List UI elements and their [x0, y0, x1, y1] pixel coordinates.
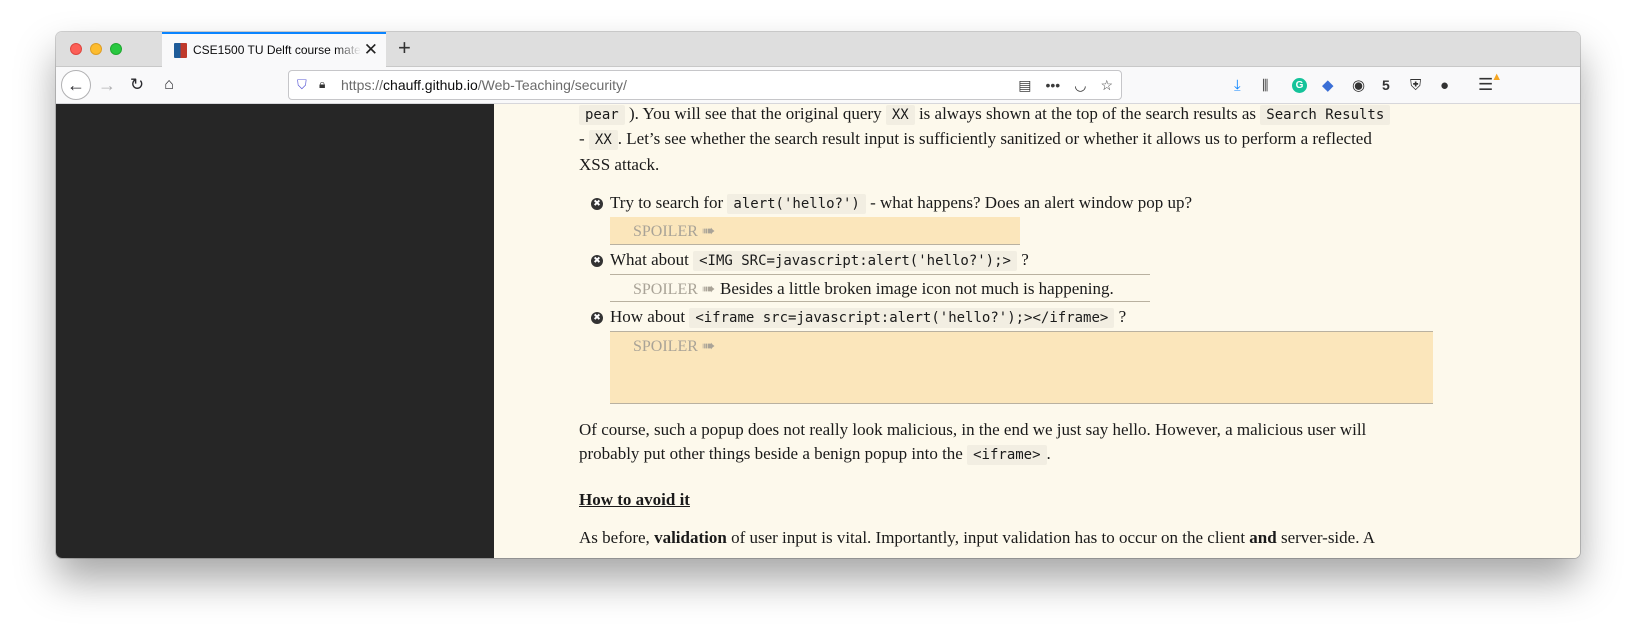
reload-icon[interactable]: ↻ [124, 67, 150, 103]
text: server-side. A [1280, 528, 1376, 547]
lock-icon[interactable]: 🔒︎ [319, 77, 325, 92]
text: - what happens? Does an alert window pop… [870, 193, 1193, 212]
spoiler-label: SPOILER ➠ [633, 338, 716, 355]
tab-close-icon[interactable]: ✕ [364, 40, 378, 60]
text: probably put other things beside a benig… [579, 444, 963, 463]
para2-line2: probably put other things beside a benig… [579, 444, 1051, 465]
tab-title: CSE1500 TU Delft course materials [193, 43, 361, 57]
section-heading: How to avoid it [579, 490, 690, 509]
text: ? [1118, 307, 1127, 326]
text: What about [610, 250, 689, 269]
url-text[interactable]: https://chauff.github.io/Web-Teaching/se… [341, 77, 627, 93]
list-item: Try to search for alert('hello?') - what… [610, 193, 1193, 214]
list-item: How about <iframe src=javascript:alert('… [610, 307, 1127, 328]
url-prefix: https:// [341, 77, 384, 93]
sidebar [56, 104, 494, 558]
inline-code: alert('hello?') [727, 194, 866, 214]
shield-icon[interactable]: ⛉ [297, 77, 307, 93]
spoiler-box[interactable]: SPOILER ➠ [610, 217, 1020, 245]
text: . [1046, 444, 1051, 463]
article-main: pear ). You will see that the original q… [494, 104, 1580, 558]
spoiler-label: SPOILER ➠ [633, 223, 716, 240]
account-icon[interactable]: ◉ [1352, 67, 1365, 103]
text: As before, [579, 528, 650, 547]
text: How about [610, 307, 686, 326]
spoiler-label: SPOILER ➠ [633, 281, 716, 298]
inline-code: XX [588, 130, 618, 150]
menu-icon[interactable]: ☰ ▲ [1478, 67, 1504, 103]
tab-active[interactable]: CSE1500 TU Delft course materials ✕ [162, 32, 386, 67]
inline-code: <IMG SRC=javascript:alert('hello?');> [693, 251, 1017, 271]
bookmark-star-icon[interactable]: ☆ [1100, 75, 1113, 95]
url-bar[interactable]: ⛉ 🔒︎ https://chauff.github.io/Web-Teachi… [288, 70, 1122, 100]
tab-strip: CSE1500 TU Delft course materials ✕ + [56, 32, 1580, 67]
spoiler-box[interactable]: SPOILER ➠ [610, 331, 1433, 404]
page-content: pear ). You will see that the original q… [56, 104, 1580, 558]
inline-code: <iframe> [967, 445, 1047, 465]
text: of user input is vital. Importantly, inp… [731, 528, 1246, 547]
para1-line3: XSS attack. [579, 155, 660, 174]
para3-line1: As before, validation of user input is v… [579, 528, 1375, 548]
bullet-icon: ✖ [591, 312, 603, 324]
inline-code: XX [885, 105, 915, 125]
extension-icon[interactable]: ◆ [1322, 67, 1334, 103]
para2-line1: Of course, such a popup does not really … [579, 420, 1367, 439]
url-path: /Web-Teaching/security/ [477, 77, 627, 93]
window-minimize-button[interactable] [90, 43, 102, 55]
forward-icon[interactable]: → [94, 67, 120, 103]
inline-code: Search Results [1260, 105, 1391, 125]
ublock-icon[interactable]: ⛨ [1410, 67, 1421, 103]
spoiler-text: Besides a little broken image icon not m… [720, 279, 1114, 298]
home-icon[interactable]: ⌂ [156, 67, 182, 103]
bold-text: validation [654, 528, 727, 547]
text: . Let’s see whether the search result in… [617, 129, 1372, 148]
back-icon: ← [61, 70, 91, 100]
text: ). You will see that the original query [628, 104, 882, 123]
spoiler-box-revealed[interactable]: SPOILER ➠ Besides a little broken image … [610, 274, 1150, 302]
text: - [579, 129, 585, 148]
browser-window: CSE1500 TU Delft course materials ✕ + ← … [56, 32, 1580, 558]
new-tab-button[interactable]: + [398, 36, 411, 60]
url-domain: chauff.github.io [383, 77, 478, 93]
text: is always shown at the top of the search… [918, 104, 1257, 123]
privacy-badger-icon[interactable]: ● [1440, 67, 1449, 103]
bullet-icon: ✖ [591, 255, 603, 267]
text: ? [1021, 250, 1029, 269]
inline-code: <iframe src=javascript:alert('hello?');>… [689, 308, 1115, 328]
grammarly-icon[interactable]: G [1292, 67, 1307, 103]
more-icon[interactable]: ••• [1046, 75, 1061, 95]
text: Try to search for [610, 193, 724, 212]
list-item: What about <IMG SRC=javascript:alert('he… [610, 250, 1029, 271]
tracking-badge-count[interactable]: 5 [1382, 67, 1390, 103]
favicon-icon [174, 43, 187, 58]
window-close-button[interactable] [70, 43, 82, 55]
warning-icon: ▲ [1491, 71, 1503, 83]
bullet-icon: ✖ [591, 198, 603, 210]
pocket-icon[interactable]: ◡ [1074, 75, 1086, 95]
para1-line1: pear ). You will see that the original q… [579, 104, 1391, 125]
download-icon[interactable]: ⤓ [1234, 67, 1241, 103]
reader-view-icon[interactable]: ▤ [1018, 75, 1031, 95]
inline-code: pear [579, 105, 625, 125]
para1-line2: - XX. Let’s see whether the search resul… [579, 129, 1372, 150]
back-button[interactable]: ← [59, 67, 93, 103]
library-icon[interactable]: ⫼ [1262, 67, 1268, 103]
bold-text: and [1249, 528, 1277, 547]
navigation-toolbar: ← → ↻ ⌂ ⛉ 🔒︎ https://chauff.github.io/We… [56, 67, 1580, 104]
window-maximize-button[interactable] [110, 43, 122, 55]
